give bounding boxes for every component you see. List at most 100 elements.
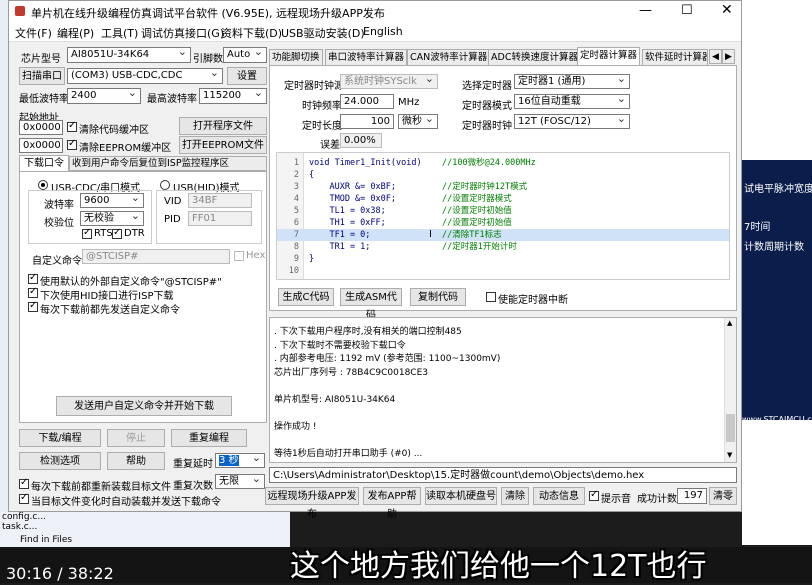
gen-c-code-button[interactable]: 生成C代码: [278, 288, 334, 306]
custom-cmd-label: 自定义命令: [32, 256, 82, 267]
line-number: 3: [293, 182, 299, 192]
addr-eeprom-input[interactable]: 0x0000: [19, 138, 63, 153]
baud-select[interactable]: 9600: [80, 193, 144, 208]
clear-code-label: 清除代码缓冲区: [79, 125, 149, 136]
tab-delay-calc[interactable]: 软件延时计算器: [642, 49, 708, 65]
tab-uart-baud[interactable]: 串口波特率计算器: [325, 49, 408, 65]
tab-pin-switch[interactable]: 功能脚切换: [269, 49, 323, 65]
length-input[interactable]: 100: [340, 114, 394, 129]
port-select[interactable]: (COM3) USB-CDC,CDC: [67, 68, 223, 84]
pin-select[interactable]: Auto: [223, 47, 267, 63]
reset-count-button[interactable]: 清零: [709, 487, 737, 505]
hex-checkbox[interactable]: [234, 251, 244, 261]
code-editor[interactable]: 1 void Timer1_Init(void) //100微秒@24.000MHz…: [276, 152, 730, 280]
gen-asm-code-button[interactable]: 生成ASM代码: [340, 288, 402, 321]
radio-usb-hid[interactable]: [160, 180, 170, 190]
repeat-count-select[interactable]: 无限: [215, 474, 265, 489]
stop-button[interactable]: 停止: [107, 429, 165, 447]
min-baud-label: 最低波特率: [19, 94, 69, 105]
remote-publish-button[interactable]: 远程现场升级APP发布: [265, 487, 359, 520]
line-number: 2: [293, 170, 299, 180]
opt-hid-next-checkbox[interactable]: [28, 286, 38, 298]
opt-default-cmd-checkbox[interactable]: [28, 272, 38, 284]
opt-send-cmd-checkbox[interactable]: [28, 300, 38, 312]
dynamic-info-button[interactable]: 动态信息: [533, 487, 585, 505]
tab-can-baud[interactable]: CAN波特率计算器: [407, 49, 491, 65]
scroll-up-icon[interactable]: ▲: [727, 319, 732, 327]
rts-label: RTS: [94, 228, 113, 239]
code-comment: //100微秒@24.000MHz: [442, 158, 536, 168]
reload-target-checkbox[interactable]: [19, 477, 29, 489]
baud-label: 波特率: [44, 200, 74, 211]
scroll-thumb[interactable]: [726, 414, 735, 442]
success-count-label: 成功计数: [637, 494, 677, 505]
parity-select[interactable]: 无校验: [80, 211, 144, 226]
settings-button[interactable]: 设置: [227, 67, 267, 85]
hex-file-path[interactable]: C:\Users\Administrator\Desktop\15.定时器做co…: [269, 467, 737, 483]
dtr-checkbox[interactable]: [112, 227, 122, 239]
menu-tools[interactable]: 工具(T): [101, 25, 138, 41]
close-icon[interactable]: ✕: [721, 2, 733, 18]
menu-english[interactable]: English: [363, 25, 403, 38]
menu-program[interactable]: 编程(P): [57, 25, 94, 41]
menu-debug[interactable]: 调试仿真接口(G): [141, 25, 224, 41]
help-button[interactable]: 帮助: [107, 452, 165, 470]
menu-usb-driver[interactable]: USB驱动安装(D): [281, 25, 365, 41]
maximize-icon[interactable]: ☐: [681, 3, 693, 18]
tab-scroll-right-icon[interactable]: ▶: [722, 49, 735, 64]
read-disk-id-button[interactable]: 读取本机硬盘号: [425, 487, 497, 505]
open-eeprom-button[interactable]: 打开EEPROM文件: [179, 136, 267, 154]
auto-load-checkbox[interactable]: [19, 492, 29, 504]
addr-code-input[interactable]: 0x0000: [19, 120, 63, 135]
menu-file[interactable]: 文件(F): [15, 25, 52, 41]
output-log[interactable]: . 下次下载用户程序时,没有相关的端口控制485 . 下次下载时不需要校验下载口令…: [269, 317, 737, 463]
minimize-icon[interactable]: —: [639, 3, 652, 18]
parity-label: 校验位: [44, 218, 74, 229]
bg-url: www.STCAIMCU.com: [742, 415, 812, 424]
enable-interrupt-checkbox[interactable]: [486, 292, 496, 302]
reprogram-button[interactable]: 重复编程: [171, 429, 247, 447]
chip-select[interactable]: AI8051U-34K64: [67, 47, 191, 63]
scan-port-button[interactable]: 扫描串口: [19, 67, 65, 85]
tab-adc-speed[interactable]: ADC转换速度计算器: [488, 49, 581, 65]
send-custom-cmd-button[interactable]: 发送用户自定义命令并开始下载: [56, 396, 232, 416]
log-scrollbar[interactable]: ▲ ▼: [724, 318, 736, 462]
enable-interrupt-label: 使能定时器中断: [498, 295, 568, 306]
bg-text-2: 7时间: [744, 222, 771, 233]
clear-code-checkbox[interactable]: [67, 120, 77, 132]
clock-source-select[interactable]: 系统时钟SYSclk: [340, 74, 438, 89]
rts-checkbox[interactable]: [82, 227, 92, 239]
background-document: 试电平脉冲宽度 7时间 计数周期计数 www.STCAIMCU.com: [742, 0, 812, 545]
select-timer-select[interactable]: 定时器1 (通用): [514, 74, 630, 89]
beep-checkbox[interactable]: [589, 489, 599, 501]
scroll-down-icon[interactable]: ▼: [727, 451, 732, 459]
menu-download[interactable]: 资料下载(D): [221, 25, 282, 41]
tab-download-password[interactable]: 下载口令: [19, 155, 69, 171]
min-baud-select[interactable]: 2400: [67, 88, 141, 104]
vid-input[interactable]: 34BF: [188, 193, 252, 208]
open-program-button[interactable]: 打开程序文件: [179, 117, 267, 135]
freq-input[interactable]: 24.000: [340, 94, 394, 109]
pid-label: PID: [164, 214, 181, 225]
tab-scroll-left-icon[interactable]: ◀: [709, 49, 722, 64]
tab-timer-calc[interactable]: 定时器计算器: [577, 47, 641, 65]
copy-code-button[interactable]: 复制代码: [410, 288, 466, 306]
timer-clock-select[interactable]: 12T (FOSC/12): [514, 114, 630, 129]
radio-usb-cdc[interactable]: [38, 180, 48, 190]
bg-find-in-files: Find in Files: [20, 535, 73, 545]
custom-cmd-input[interactable]: @STCISP#: [82, 249, 230, 264]
download-program-button[interactable]: 下载/编程: [19, 429, 101, 447]
timer-mode-label: 定时器模式: [462, 101, 512, 112]
length-unit-select[interactable]: 微秒: [398, 114, 438, 129]
clear-log-button[interactable]: 清除: [501, 487, 529, 505]
detect-options-button[interactable]: 检测选项: [19, 452, 101, 470]
bg-file-task: task.c...: [2, 522, 38, 532]
tab-reset-isp[interactable]: 收到用户命令后复位到ISP监控程序区: [69, 156, 267, 171]
timer-mode-select[interactable]: 16位自动重载: [514, 94, 630, 109]
max-baud-select[interactable]: 115200: [199, 88, 267, 104]
auto-load-label: 当目标文件变化时自动装载并发送下载命令: [31, 497, 221, 508]
publish-app-help-button[interactable]: 发布APP帮助: [363, 487, 421, 520]
repeat-delay-select[interactable]: 3 秒: [215, 453, 265, 468]
pid-input[interactable]: FF01: [188, 211, 252, 226]
clear-eeprom-checkbox[interactable]: [67, 138, 77, 150]
